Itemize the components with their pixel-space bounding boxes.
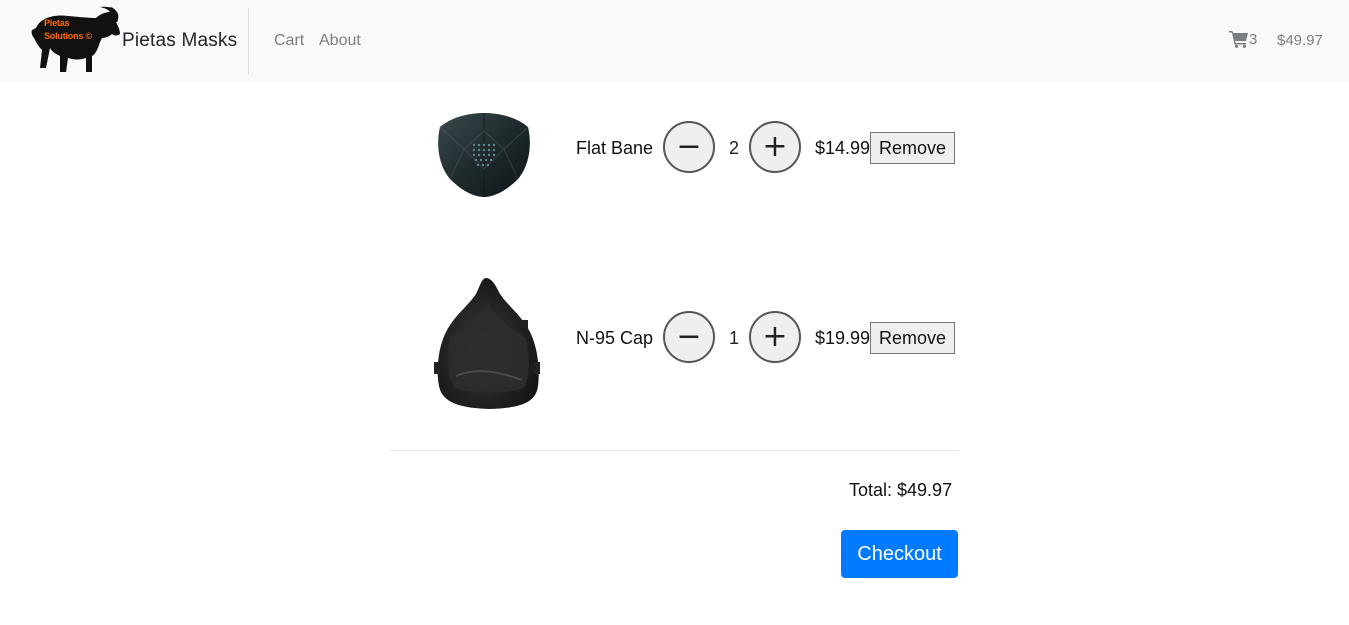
flat-bane-mask-image bbox=[434, 109, 534, 204]
checkout-button[interactable]: Checkout bbox=[841, 530, 958, 578]
plus-icon: + bbox=[762, 319, 788, 354]
shopping-cart-icon bbox=[1229, 30, 1249, 48]
brand-name[interactable]: Pietas Masks bbox=[122, 30, 237, 52]
cart-item-flat-bane: Flat Bane − 2 + $14.99 Remove bbox=[390, 105, 960, 197]
nav-link-cart[interactable]: Cart bbox=[274, 32, 304, 50]
minus-icon: − bbox=[676, 319, 702, 354]
cart-total: $49.97 bbox=[1277, 32, 1323, 49]
increment-quantity-button[interactable]: + bbox=[749, 311, 801, 363]
item-price: $14.99 bbox=[815, 138, 871, 158]
decrement-quantity-button[interactable]: − bbox=[663, 121, 715, 173]
brand-link[interactable]: Pietas Solutions © Pietas Masks bbox=[30, 6, 237, 76]
item-name: Flat Bane bbox=[576, 138, 654, 158]
cart-count: 3 bbox=[1249, 30, 1258, 48]
decrement-quantity-button[interactable]: − bbox=[663, 311, 715, 363]
minus-icon: − bbox=[676, 129, 702, 164]
nav-link-about[interactable]: About bbox=[319, 32, 361, 50]
plus-icon: + bbox=[762, 129, 788, 164]
item-price: $19.99 bbox=[815, 328, 871, 348]
item-quantity: 2 bbox=[728, 138, 739, 158]
navbar-divider bbox=[248, 8, 249, 74]
item-name: N-95 Cap bbox=[576, 328, 654, 348]
remove-item-button[interactable]: Remove bbox=[870, 132, 956, 164]
cart-total-label: Total: $49.97 bbox=[849, 480, 953, 500]
navbar: Pietas Solutions © Pietas Masks Cart Abo… bbox=[0, 0, 1349, 82]
n95-cap-mask-image bbox=[434, 276, 546, 417]
cart-divider bbox=[390, 450, 959, 451]
logo-text-line1: Pietas bbox=[44, 18, 70, 28]
remove-item-button[interactable]: Remove bbox=[870, 322, 956, 354]
increment-quantity-button[interactable]: + bbox=[749, 121, 801, 173]
logo-text-line2: Solutions © bbox=[44, 31, 92, 41]
buffalo-logo: Pietas Solutions © bbox=[30, 6, 122, 76]
item-quantity: 1 bbox=[728, 328, 739, 348]
cart-summary[interactable]: 3 bbox=[1229, 30, 1257, 48]
cart-item-n95-cap: N-95 Cap − 1 + $19.99 Remove bbox=[390, 272, 960, 412]
